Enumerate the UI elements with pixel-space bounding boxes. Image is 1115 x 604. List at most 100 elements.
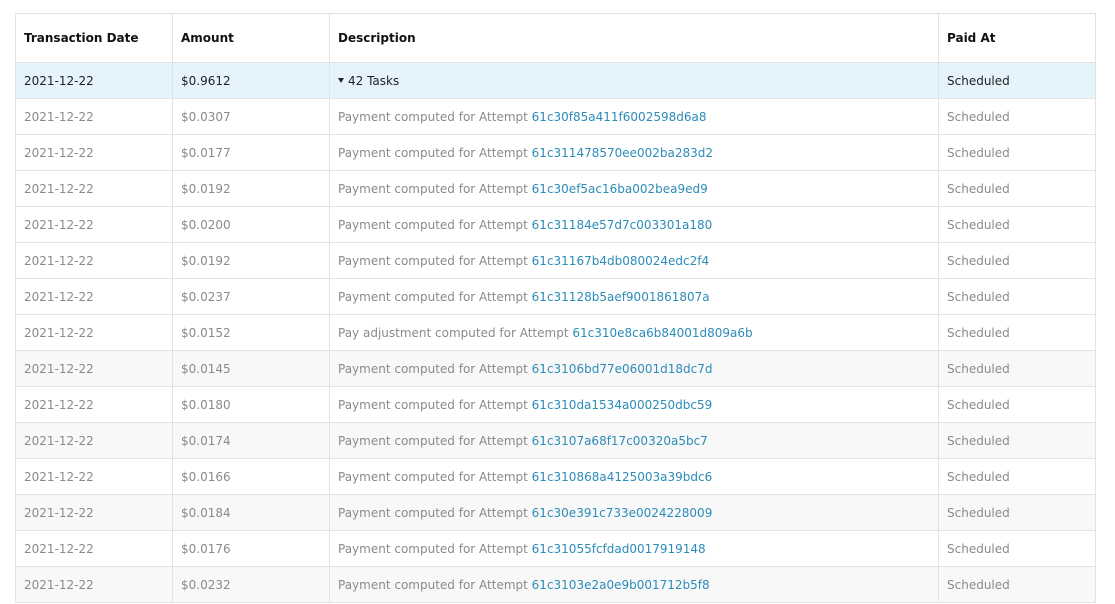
attempt-link[interactable]: 61c31167b4db080024edc2f4 [532,254,709,268]
row-description: Payment computed for Attempt 61c3106bd77… [329,350,939,387]
row-description: Payment computed for Attempt 61c31184e57… [329,206,939,243]
row-amount: $0.0237 [172,278,330,315]
row-date: 2021-12-22 [15,242,173,279]
task-group-row[interactable]: 2021-12-22 $0.9612 42 Tasks Scheduled [15,62,1096,99]
row-amount: $0.0192 [172,170,330,207]
row-amount: $0.0184 [172,494,330,531]
row-paid-at: Scheduled [938,494,1096,531]
transactions-table-container: Transaction Date Amount Description Paid… [15,13,1096,603]
table-row: 2021-12-22 $0.0176 Payment computed for At… [15,530,1096,567]
row-date: 2021-12-22 [15,386,173,423]
row-date: 2021-12-22 [15,314,173,351]
row-amount: $0.0177 [172,134,330,171]
row-amount: $0.0200 [172,206,330,243]
row-description-prefix: Payment computed for Attempt [338,217,528,232]
row-description-prefix: Payment computed for Attempt [338,253,528,268]
row-description-prefix: Payment computed for Attempt [338,289,528,304]
row-description: Pay adjustment computed for Attempt 61c3… [329,314,939,351]
row-amount: $0.0232 [172,566,330,603]
attempt-link[interactable]: 61c31055fcfdad0017919148 [532,542,706,556]
header-transaction-date[interactable]: Transaction Date [15,13,173,63]
row-description: Payment computed for Attempt 61c30f85a41… [329,98,939,135]
group-paid-at: Scheduled [938,62,1096,99]
row-description-prefix: Payment computed for Attempt [338,397,528,412]
row-description: Payment computed for Attempt 61c3107a68f… [329,422,939,459]
row-paid-at: Scheduled [938,98,1096,135]
row-description: Payment computed for Attempt 61c310868a4… [329,458,939,495]
row-description: Payment computed for Attempt 61c31147857… [329,134,939,171]
group-date: 2021-12-22 [15,62,173,99]
attempt-link[interactable]: 61c310868a4125003a39bdc6 [532,470,713,484]
caret-down-icon[interactable] [338,77,344,83]
row-date: 2021-12-22 [15,494,173,531]
table-row: 2021-12-22 $0.0192 Payment computed for At… [15,170,1096,207]
row-amount: $0.0176 [172,530,330,567]
row-description: Payment computed for Attempt 61c30e391c7… [329,494,939,531]
attempt-link[interactable]: 61c310e8ca6b84001d809a6b [572,326,752,340]
group-amount: $0.9612 [172,62,330,99]
group-description[interactable]: 42 Tasks [329,62,939,99]
row-description-prefix: Payment computed for Attempt [338,109,528,124]
row-date: 2021-12-22 [15,170,173,207]
row-date: 2021-12-22 [15,278,173,315]
row-description-prefix: Payment computed for Attempt [338,541,528,556]
row-description-prefix: Payment computed for Attempt [338,145,528,160]
row-paid-at: Scheduled [938,458,1096,495]
transactions-table: Transaction Date Amount Description Paid… [15,13,1096,603]
row-amount: $0.0174 [172,422,330,459]
attempt-link[interactable]: 61c31128b5aef9001861807a [532,290,710,304]
row-date: 2021-12-22 [15,458,173,495]
attempt-link[interactable]: 61c3103e2a0e9b001712b5f8 [532,578,710,592]
row-paid-at: Scheduled [938,134,1096,171]
row-date: 2021-12-22 [15,566,173,603]
header-paid-at[interactable]: Paid At [938,13,1096,63]
group-task-count: 42 Tasks [348,73,400,88]
attempt-link[interactable]: 61c310da1534a000250dbc59 [532,398,713,412]
attempt-link[interactable]: 61c311478570ee002ba283d2 [532,146,713,160]
row-paid-at: Scheduled [938,242,1096,279]
table-row: 2021-12-22 $0.0232 Payment computed for At… [15,566,1096,603]
row-paid-at: Scheduled [938,350,1096,387]
table-header-row: Transaction Date Amount Description Paid… [15,13,1096,63]
row-description: Payment computed for Attempt 61c31167b4d… [329,242,939,279]
table-row: 2021-12-22 $0.0184 Payment computed for At… [15,494,1096,531]
row-paid-at: Scheduled [938,314,1096,351]
row-description: Payment computed for Attempt 61c3103e2a0… [329,566,939,603]
row-amount: $0.0307 [172,98,330,135]
row-paid-at: Scheduled [938,530,1096,567]
table-row: 2021-12-22 $0.0174 Payment computed for At… [15,422,1096,459]
table-row: 2021-12-22 $0.0166 Payment computed for At… [15,458,1096,495]
row-paid-at: Scheduled [938,386,1096,423]
row-description-prefix: Pay adjustment computed for Attempt [338,325,569,340]
table-row: 2021-12-22 $0.0237 Payment computed for At… [15,278,1096,315]
table-row: 2021-12-22 $0.0152 Pay adjustment computed… [15,314,1096,351]
row-description-prefix: Payment computed for Attempt [338,577,528,592]
row-amount: $0.0152 [172,314,330,351]
table-row: 2021-12-22 $0.0307 Payment computed for At… [15,98,1096,135]
header-description[interactable]: Description [329,13,939,63]
table-row: 2021-12-22 $0.0192 Payment computed for At… [15,242,1096,279]
table-row: 2021-12-22 $0.0177 Payment computed for At… [15,134,1096,171]
table-row: 2021-12-22 $0.0180 Payment computed for At… [15,386,1096,423]
row-date: 2021-12-22 [15,350,173,387]
row-description: Payment computed for Attempt 61c31055fcf… [329,530,939,567]
table-row: 2021-12-22 $0.0145 Payment computed for At… [15,350,1096,387]
row-description: Payment computed for Attempt 61c30ef5ac1… [329,170,939,207]
row-description: Payment computed for Attempt 61c31128b5a… [329,278,939,315]
row-description-prefix: Payment computed for Attempt [338,361,528,376]
row-date: 2021-12-22 [15,134,173,171]
attempt-link[interactable]: 61c30e391c733e0024228009 [532,506,713,520]
attempt-link[interactable]: 61c31184e57d7c003301a180 [532,218,713,232]
header-amount[interactable]: Amount [172,13,330,63]
row-paid-at: Scheduled [938,566,1096,603]
attempt-link[interactable]: 61c3107a68f17c00320a5bc7 [532,434,708,448]
attempt-link[interactable]: 61c30ef5ac16ba002bea9ed9 [532,182,708,196]
row-paid-at: Scheduled [938,170,1096,207]
row-paid-at: Scheduled [938,206,1096,243]
row-date: 2021-12-22 [15,422,173,459]
attempt-link[interactable]: 61c3106bd77e06001d18dc7d [532,362,713,376]
row-amount: $0.0180 [172,386,330,423]
row-date: 2021-12-22 [15,530,173,567]
attempt-link[interactable]: 61c30f85a411f6002598d6a8 [532,110,707,124]
row-paid-at: Scheduled [938,422,1096,459]
